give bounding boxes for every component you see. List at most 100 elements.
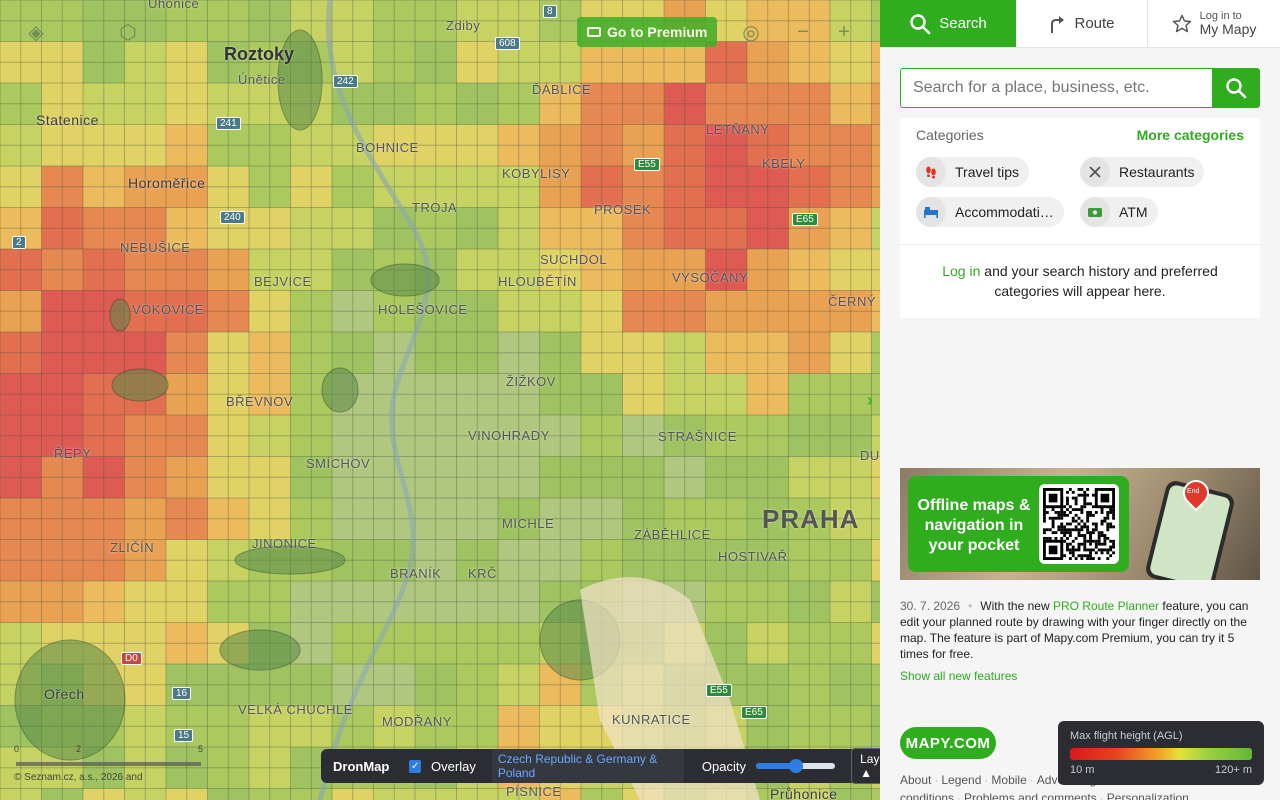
region-selector[interactable]: Czech Republic & Germany & Poland: [491, 749, 684, 783]
map-place-label[interactable]: VYSOČANY: [672, 270, 748, 285]
map-place-label[interactable]: DUBEČ: [860, 448, 880, 463]
road-shield: E65: [741, 706, 767, 719]
map-place-label[interactable]: ŽIŽKOV: [506, 374, 556, 389]
map-place-label[interactable]: MICHLE: [502, 516, 554, 531]
categories-title: Categories: [916, 127, 984, 143]
map-place-label[interactable]: ŘEPY: [54, 446, 91, 461]
map-place-label[interactable]: KUNRATICE: [612, 712, 691, 727]
pro-route-planner-link[interactable]: PRO Route Planner: [1053, 599, 1159, 613]
zoom-out-icon[interactable]: −: [789, 18, 817, 46]
map-layer: [0, 0, 880, 800]
map-canvas[interactable]: Roztoky Úhonice Únětice Zdiby ĎÁBLICE Stateni…: [0, 0, 880, 800]
map-place-label[interactable]: STRAŠNICE: [658, 429, 737, 444]
overlay-label[interactable]: Overlay: [431, 759, 476, 774]
map-place-label[interactable]: HLOUBĚTÍN: [498, 274, 577, 289]
promo-text: Offline maps & navigation in your pocket: [917, 497, 1031, 554]
bed-icon: [916, 197, 946, 227]
opacity-slider-knob[interactable]: [788, 759, 803, 773]
map-copyright[interactable]: © Seznam.cz, a.s., 2026 and: [14, 772, 143, 783]
map-place-label[interactable]: BOHNICE: [356, 140, 419, 155]
map-place-label[interactable]: VELKÁ CHUCHLE: [238, 702, 353, 717]
map-place-label[interactable]: NEBUŠICE: [120, 240, 190, 255]
scale-tick: 2: [76, 744, 82, 754]
footer-separator: ·: [934, 773, 939, 787]
category-chip-atm[interactable]: ATM: [1080, 197, 1158, 227]
footprints-icon: [916, 157, 946, 187]
map-scale: 0 2 5 © Seznam.cz, a.s., 2026 and: [14, 744, 204, 783]
map-place-label[interactable]: BRANÍK: [390, 566, 441, 581]
search-button[interactable]: [1212, 68, 1260, 108]
search-bar: [900, 68, 1260, 108]
map-place-label[interactable]: Únětice: [238, 72, 286, 87]
footer-link[interactable]: Mobile: [991, 773, 1026, 787]
map-place-label[interactable]: SMÍCHOV: [306, 456, 370, 471]
overlay-checkbox[interactable]: ✓: [409, 759, 422, 773]
map-place-label[interactable]: BŘEVNOV: [226, 394, 293, 409]
map-place-label[interactable]: Úhonice: [148, 0, 199, 11]
map-place-label[interactable]: Roztoky: [224, 44, 294, 65]
flight-height-legend: Max flight height (AGL) 10 m 120+ m: [1058, 721, 1264, 785]
map-place-label[interactable]: VINOHRADY: [468, 428, 550, 443]
map-place-label[interactable]: KOBYLISY: [502, 166, 570, 181]
tab-login-my-mapy[interactable]: Log in to My Mapy: [1148, 0, 1280, 47]
map-place-label[interactable]: JINONICE: [252, 536, 317, 551]
3d-cube-icon[interactable]: ⬡: [114, 18, 142, 46]
map-place-label[interactable]: ĎÁBLICE: [532, 82, 591, 97]
tab-route[interactable]: Route: [1016, 0, 1148, 47]
search-input[interactable]: [900, 68, 1212, 108]
opacity-slider[interactable]: [755, 759, 836, 773]
map-place-label[interactable]: PROSEK: [594, 202, 651, 217]
map-place-label[interactable]: HOLEŠOVICE: [378, 302, 468, 317]
login-tab-big: My Mapy: [1199, 21, 1257, 37]
map-place-label[interactable]: TROJA: [412, 200, 457, 215]
login-prompt-text: and your search history and preferred ca…: [980, 263, 1218, 299]
map-place-label[interactable]: KRČ: [468, 566, 497, 581]
map-place-label[interactable]: PRAHA: [762, 504, 859, 535]
category-chip-restaurants[interactable]: Restaurants: [1080, 157, 1205, 187]
map-place-label[interactable]: Zdiby: [446, 18, 480, 33]
tab-search[interactable]: Search: [880, 0, 1016, 47]
news-pre: With the new: [980, 599, 1053, 613]
category-chip-travel-tips[interactable]: Travel tips: [916, 157, 1030, 187]
search-icon: [910, 13, 931, 34]
categories-header: Categories More categories: [916, 127, 1244, 143]
categories-card: Categories More categories Travel tips R…: [900, 118, 1260, 318]
category-label: Restaurants: [1119, 164, 1195, 180]
map-place-label[interactable]: PÍSNICE: [506, 784, 562, 799]
qr-code-image: [1043, 488, 1115, 560]
tab-search-label: Search: [939, 15, 987, 32]
map-place-label[interactable]: Statenice: [36, 112, 99, 128]
road-shield: E55: [634, 158, 660, 171]
map-place-label[interactable]: LETŇANY: [706, 122, 769, 137]
road-shield: 608: [495, 37, 520, 50]
locate-me-icon[interactable]: ◎: [737, 18, 765, 46]
map-place-label[interactable]: SUCHDOL: [540, 252, 607, 267]
footer-link[interactable]: Legend: [941, 773, 981, 787]
map-place-label[interactable]: VOKOVICE: [132, 302, 204, 317]
map-place-label[interactable]: ZÁBĚHLICE: [634, 527, 711, 542]
map-place-label[interactable]: ZLIČÍN: [110, 540, 154, 555]
category-chip-accommodation[interactable]: Accommodati…: [916, 197, 1064, 227]
sidebar-tabs: Search Route Log in to My Mapy: [880, 0, 1280, 48]
map-place-label[interactable]: MODŘANY: [382, 714, 452, 729]
footer-link[interactable]: About: [900, 773, 931, 787]
login-link[interactable]: Log in: [942, 263, 980, 279]
collapse-panel-icon[interactable]: ›: [862, 388, 878, 412]
map-place-label[interactable]: KBELY: [762, 156, 805, 171]
map-place-label[interactable]: ČERNÝ MOST: [828, 294, 880, 309]
road-shield: 242: [333, 75, 358, 88]
tab-route-label: Route: [1074, 15, 1115, 32]
offline-maps-promo-banner[interactable]: Offline maps & navigation in your pocket…: [900, 468, 1260, 580]
zoom-in-icon[interactable]: +: [830, 18, 858, 46]
go-to-premium-button[interactable]: Go to Premium: [577, 17, 717, 47]
mapy-logo[interactable]: MAPY.COM: [900, 727, 996, 759]
map-place-label[interactable]: Průhonice: [770, 786, 838, 800]
more-categories-link[interactable]: More categories: [1137, 127, 1244, 143]
map-place-label[interactable]: Ořech: [44, 686, 85, 702]
show-all-features-link[interactable]: Show all new features: [900, 668, 1260, 684]
map-place-label[interactable]: HOSTIVAŘ: [718, 549, 788, 564]
map-place-label[interactable]: Horoměřice: [128, 175, 205, 191]
layers-icon[interactable]: ◈: [22, 18, 50, 46]
footer-link[interactable]: Problems and comments: [964, 791, 1097, 800]
map-place-label[interactable]: BEJVICE: [254, 274, 312, 289]
